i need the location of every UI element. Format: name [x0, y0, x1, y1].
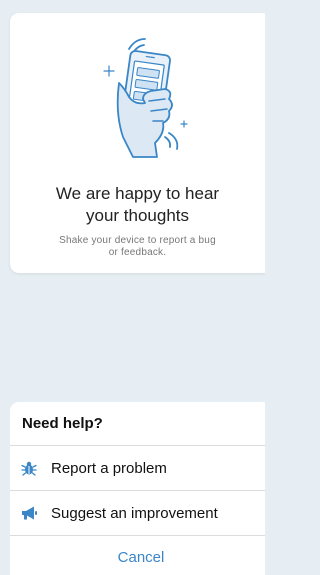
sheet-title: Need help?: [10, 402, 265, 446]
screen: We are happy to hear your thoughts Shake…: [0, 0, 265, 575]
help-action-sheet: Need help? Report a problem Suggest an i…: [10, 402, 265, 575]
card-title-line1: We are happy to hear: [55, 184, 220, 203]
card-subtitle-line1: Shake your device to report a bug: [59, 235, 216, 246]
card-title-line2: your thoughts: [85, 206, 189, 225]
suggest-improvement-button[interactable]: Suggest an improvement: [10, 491, 265, 536]
cancel-button[interactable]: Cancel: [10, 536, 265, 575]
card-subtitle: Shake your device to report a bug or fee…: [10, 235, 265, 259]
card-title: We are happy to hear your thoughts: [10, 183, 265, 227]
megaphone-icon: [20, 504, 38, 522]
feedback-card: We are happy to hear your thoughts Shake…: [10, 13, 265, 273]
suggest-improvement-label: Suggest an improvement: [51, 504, 218, 522]
bug-icon: [20, 459, 38, 477]
card-subtitle-line2: or feedback.: [108, 247, 167, 258]
report-problem-label: Report a problem: [51, 459, 167, 477]
shake-phone-icon: [103, 38, 188, 158]
report-problem-button[interactable]: Report a problem: [10, 446, 265, 491]
